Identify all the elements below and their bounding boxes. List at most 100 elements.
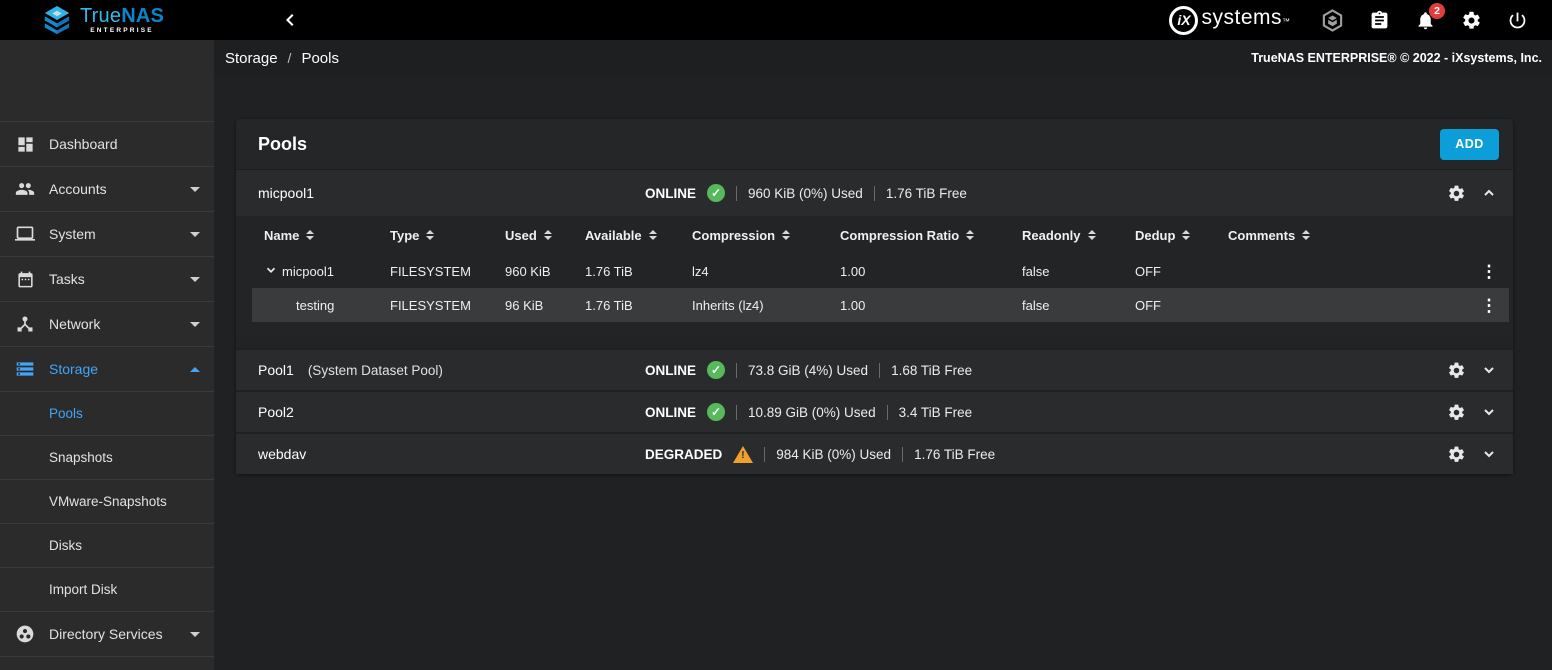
sort-icon xyxy=(966,230,974,240)
pool-row-pool2[interactable]: Pool2 ONLINE ✓ 10.89 GiB (0%) Used 3.4 T… xyxy=(236,390,1513,432)
chevron-down-icon xyxy=(190,632,200,637)
column-header-compression[interactable]: Compression xyxy=(692,228,840,243)
pool-settings-gear-icon[interactable] xyxy=(1447,184,1466,203)
pool-row-micpool1[interactable]: micpool1 ONLINE ✓ 960 KiB (0%) Used 1.76… xyxy=(236,169,1513,216)
breadcrumb-separator: / xyxy=(288,50,292,66)
row-menu-kebab-icon[interactable]: ⋮ xyxy=(1481,297,1498,314)
pool-free: 1.76 TiB Free xyxy=(886,186,967,201)
dataset-type: FILESYSTEM xyxy=(390,298,505,313)
truenas-logo[interactable]: TrueNAS ENTERPRISE xyxy=(0,0,214,40)
sidebar-item-dashboard[interactable]: Dashboard xyxy=(0,121,214,166)
status-divider xyxy=(879,363,880,378)
status-divider xyxy=(874,186,875,201)
sort-icon xyxy=(1182,230,1190,240)
sidebar: Dashboard Accounts System Tas xyxy=(0,40,214,670)
sidebar-item-pools[interactable]: Pools xyxy=(0,391,214,435)
column-header-comments[interactable]: Comments xyxy=(1228,228,1469,243)
pool-note: (System Dataset Pool) xyxy=(308,363,443,378)
dataset-readonly: false xyxy=(1022,264,1135,279)
sidebar-item-directory-services[interactable]: Directory Services xyxy=(0,611,214,656)
sort-icon xyxy=(649,230,657,240)
dashboard-icon xyxy=(14,135,36,154)
status-online-check-icon: ✓ xyxy=(707,403,725,421)
pool-settings-gear-icon[interactable] xyxy=(1447,403,1466,422)
sort-icon xyxy=(426,230,434,240)
expand-pool-chevron-down-icon[interactable] xyxy=(1481,404,1497,420)
settings-gear-icon[interactable] xyxy=(1461,10,1482,31)
calendar-icon xyxy=(14,270,36,289)
pool-name: webdav xyxy=(258,446,306,462)
menu-toggle-icon[interactable] xyxy=(238,13,260,27)
table-row[interactable]: testing FILESYSTEM 96 KiB 1.76 TiB Inher… xyxy=(252,288,1509,322)
pools-card: Pools ADD micpool1 ONLINE ✓ 960 KiB (0%)… xyxy=(236,119,1513,474)
pool-row-webdav[interactable]: webdav DEGRADED ! 984 KiB (0%) Used 1.76… xyxy=(236,432,1513,474)
table-row[interactable]: micpool1 FILESYSTEM 960 KiB 1.76 TiB lz4… xyxy=(252,254,1509,288)
column-header-name[interactable]: Name xyxy=(252,228,390,243)
pool-name: Pool2 xyxy=(258,404,294,420)
column-header-available[interactable]: Available xyxy=(585,228,692,243)
sidebar-item-label: System xyxy=(49,226,96,242)
notifications: 2 xyxy=(1415,10,1436,31)
chevron-down-icon xyxy=(190,277,200,282)
sort-icon xyxy=(306,230,314,240)
column-header-dedup[interactable]: Dedup xyxy=(1135,228,1228,243)
pool-settings-gear-icon[interactable] xyxy=(1447,445,1466,464)
chevron-down-icon xyxy=(190,322,200,327)
column-header-readonly[interactable]: Readonly xyxy=(1022,228,1135,243)
jobs-clipboard-icon[interactable] xyxy=(1369,10,1390,31)
sidebar-item-vmware-snapshots[interactable]: VMware-Snapshots xyxy=(0,479,214,523)
collapse-sidenav-icon[interactable] xyxy=(284,13,298,27)
copyright-text: TrueNAS ENTERPRISE® © 2022 - iXsystems, … xyxy=(1251,51,1542,65)
pool-name: micpool1 xyxy=(258,185,314,201)
dataset-compression: lz4 xyxy=(692,264,840,279)
expand-dataset-chevron-icon[interactable] xyxy=(264,263,278,280)
truecommand-icon[interactable] xyxy=(1321,9,1344,32)
sidebar-item-accounts[interactable]: Accounts xyxy=(0,166,214,211)
sidebar-item-network[interactable]: Network xyxy=(0,301,214,346)
pool-status: ONLINE ✓ 73.8 GiB (4%) Used 1.68 TiB Fre… xyxy=(645,361,972,379)
status-text: DEGRADED xyxy=(645,447,722,462)
sidebar-item-label: Directory Services xyxy=(49,626,163,642)
column-header-type[interactable]: Type xyxy=(390,228,505,243)
breadcrumb-bar: Storage / Pools TrueNAS ENTERPRISE® © 20… xyxy=(214,40,1552,76)
table-header-row: Name Type Used Available Compression Com… xyxy=(252,216,1509,254)
expand-pool-chevron-down-icon[interactable] xyxy=(1481,362,1497,378)
ixsystems-logo: iXsystems™ xyxy=(1169,6,1290,35)
status-divider xyxy=(736,363,737,378)
sidebar-item-system[interactable]: System xyxy=(0,211,214,256)
breadcrumb-storage[interactable]: Storage xyxy=(225,50,278,67)
truenas-app: TrueNAS ENTERPRISE iXsystems™ xyxy=(0,0,1552,670)
breadcrumb-pools[interactable]: Pools xyxy=(301,50,339,67)
people-icon xyxy=(14,179,36,199)
status-divider xyxy=(887,405,888,420)
expand-pool-chevron-down-icon[interactable] xyxy=(1481,446,1497,462)
status-divider xyxy=(902,447,903,462)
brand-subtitle: ENTERPRISE xyxy=(80,27,164,34)
pool-used: 984 KiB (0%) Used xyxy=(776,447,891,462)
sidebar-item-disks[interactable]: Disks xyxy=(0,523,214,567)
sidebar-item-tasks[interactable]: Tasks xyxy=(0,256,214,301)
sidebar-item-storage[interactable]: Storage xyxy=(0,346,214,391)
pool-used: 10.89 GiB (0%) Used xyxy=(748,405,876,420)
column-header-used[interactable]: Used xyxy=(505,228,585,243)
status-text: ONLINE xyxy=(645,405,696,420)
pool-used: 73.8 GiB (4%) Used xyxy=(748,363,868,378)
pool-name: Pool1 xyxy=(258,362,294,378)
section-gap xyxy=(236,334,1513,348)
add-pool-button[interactable]: ADD xyxy=(1440,129,1499,160)
pool-row-pool1[interactable]: Pool1 (System Dataset Pool) ONLINE ✓ 73.… xyxy=(236,348,1513,390)
sidebar-item-snapshots[interactable]: Snapshots xyxy=(0,435,214,479)
dataset-name: testing xyxy=(296,298,334,313)
notification-count-badge[interactable]: 2 xyxy=(1429,3,1445,19)
pool-status: ONLINE ✓ 10.89 GiB (0%) Used 3.4 TiB Fre… xyxy=(645,403,972,421)
power-icon[interactable] xyxy=(1507,10,1528,31)
sidebar-item-import-disk[interactable]: Import Disk xyxy=(0,567,214,611)
row-menu-kebab-icon[interactable]: ⋮ xyxy=(1481,263,1498,280)
dataset-available: 1.76 TiB xyxy=(585,264,692,279)
collapse-pool-chevron-up-icon[interactable] xyxy=(1481,185,1497,201)
truenas-cube-icon xyxy=(42,5,72,35)
pool-status: DEGRADED ! 984 KiB (0%) Used 1.76 TiB Fr… xyxy=(645,446,995,463)
dataset-type: FILESYSTEM xyxy=(390,264,505,279)
column-header-compression-ratio[interactable]: Compression Ratio xyxy=(840,228,1022,243)
pool-settings-gear-icon[interactable] xyxy=(1447,361,1466,380)
